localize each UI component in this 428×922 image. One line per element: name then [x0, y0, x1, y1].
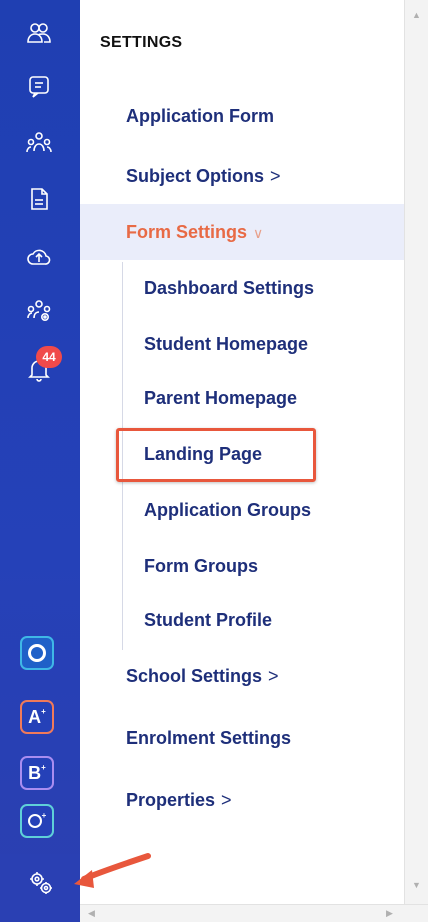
app-a-plus: +: [41, 706, 46, 716]
chevron-right-icon: >: [221, 790, 232, 810]
app-o-button[interactable]: [20, 636, 54, 670]
submenu-parent-homepage[interactable]: Parent Homepage: [144, 388, 297, 409]
submenu-student-homepage[interactable]: Student Homepage: [144, 334, 308, 355]
pointer-arrow-icon: [74, 853, 151, 888]
app-b-plus: +: [41, 762, 46, 772]
submenu-form-groups[interactable]: Form Groups: [144, 556, 258, 577]
menu-school-settings[interactable]: School Settings >: [126, 666, 279, 687]
ring-icon: [28, 644, 46, 662]
submenu-application-groups[interactable]: Application Groups: [144, 500, 311, 521]
panel-title: SETTINGS: [100, 34, 183, 51]
chat-icon[interactable]: [22, 70, 56, 104]
menu-label: Subject Options: [126, 166, 265, 186]
scroll-down-icon[interactable]: ▼: [412, 880, 421, 890]
icon-rail: 44 A + B + +: [0, 0, 80, 922]
group-settings-icon[interactable]: [22, 294, 56, 328]
menu-label: Form Settings: [126, 222, 248, 242]
submenu-dashboard-settings[interactable]: Dashboard Settings: [144, 278, 314, 299]
menu-label: Enrolment Settings: [126, 728, 292, 748]
app-a-button[interactable]: A +: [20, 700, 54, 734]
scroll-up-icon[interactable]: ▲: [412, 10, 421, 20]
submenu-student-profile[interactable]: Student Profile: [144, 610, 272, 631]
app-o-plus-button[interactable]: +: [20, 804, 54, 838]
horizontal-scrollbar[interactable]: ◀ ▶: [80, 904, 428, 922]
menu-enrolment-settings[interactable]: Enrolment Settings: [126, 728, 291, 749]
menu-form-settings[interactable]: Form Settings ∨: [126, 222, 263, 243]
vertical-scrollbar[interactable]: ▲ ▼: [404, 0, 428, 904]
scroll-left-icon[interactable]: ◀: [88, 908, 95, 919]
app-b-letter: B: [28, 762, 42, 783]
menu-subject-options[interactable]: Subject Options >: [126, 166, 281, 187]
users-icon[interactable]: [22, 16, 56, 50]
landing-page-highlight-box: [116, 428, 316, 482]
menu-application-form[interactable]: Application Form: [126, 106, 274, 127]
ring-icon: [27, 814, 42, 828]
menu-label: Application Form: [126, 106, 274, 126]
menu-label: Properties: [126, 790, 216, 810]
cloud-upload-icon[interactable]: [22, 240, 56, 274]
scroll-right-icon[interactable]: ▶: [386, 908, 393, 919]
menu-properties[interactable]: Properties >: [126, 790, 232, 811]
group-icon[interactable]: [22, 126, 56, 160]
chevron-right-icon: >: [270, 166, 281, 186]
app-a-letter: A: [28, 706, 42, 727]
notification-badge: 44: [36, 346, 62, 368]
menu-label: School Settings: [126, 666, 263, 686]
gears-icon[interactable]: [24, 866, 58, 900]
document-icon[interactable]: [22, 182, 56, 216]
app-b-button[interactable]: B +: [20, 756, 54, 790]
chevron-right-icon: >: [268, 666, 279, 686]
chevron-down-icon: ∨: [253, 225, 264, 241]
app-o-plus-sign: +: [41, 810, 47, 820]
